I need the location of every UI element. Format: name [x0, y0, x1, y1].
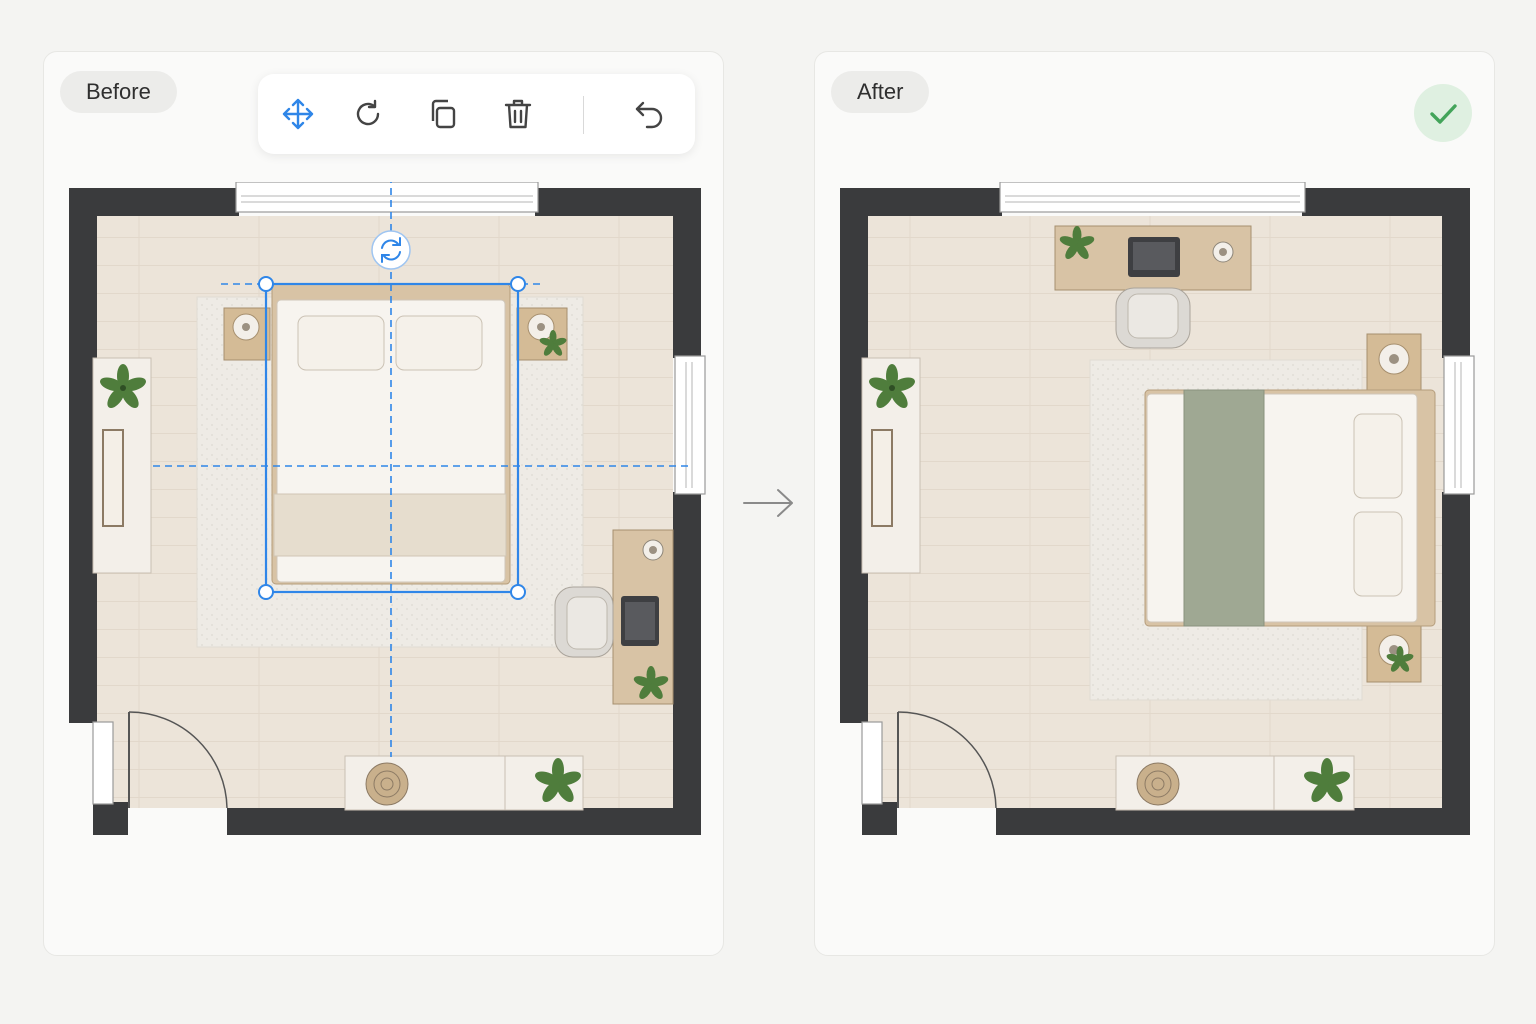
move-icon	[282, 98, 314, 130]
duplicate-button[interactable]	[423, 94, 463, 134]
duplicate-icon	[431, 99, 456, 129]
desk-chair	[1115, 287, 1191, 349]
nightstand-bottom	[1366, 625, 1422, 683]
window-right	[1443, 355, 1475, 495]
desk	[612, 529, 674, 705]
window-top	[235, 182, 539, 213]
nightstand-right	[516, 307, 568, 361]
edit-toolbar	[258, 74, 695, 154]
window-right	[674, 355, 706, 495]
rotate-icon	[356, 99, 380, 126]
success-indicator	[1414, 84, 1472, 142]
undo-icon	[635, 101, 663, 129]
desk-chair	[554, 586, 614, 658]
floor-plan-before	[69, 182, 706, 835]
bench-bottom	[1115, 755, 1355, 811]
move-button[interactable]	[278, 94, 318, 134]
console-table-left	[92, 357, 152, 574]
console-table-left	[861, 357, 921, 574]
checkmark-icon	[1430, 104, 1457, 124]
after-label: After	[831, 71, 930, 113]
toolbar-divider	[583, 96, 584, 134]
window-left	[92, 721, 114, 805]
nightstand-left	[223, 307, 271, 361]
nightstand-top	[1366, 333, 1422, 393]
after-panel: After	[814, 51, 1495, 956]
window-top	[999, 182, 1306, 213]
undo-button[interactable]	[630, 94, 670, 134]
desk	[1054, 225, 1252, 291]
floor-plan-after	[840, 182, 1475, 835]
window-left	[861, 721, 883, 805]
bed[interactable]	[1144, 389, 1436, 627]
delete-icon	[504, 99, 532, 129]
before-label: Before	[60, 71, 177, 113]
delete-button[interactable]	[498, 94, 538, 134]
before-panel: Before	[43, 51, 724, 956]
bench-bottom	[344, 755, 584, 811]
rotate-button[interactable]	[348, 94, 388, 134]
arrow-right-icon	[743, 489, 793, 517]
rotate-handle[interactable]	[371, 230, 411, 270]
